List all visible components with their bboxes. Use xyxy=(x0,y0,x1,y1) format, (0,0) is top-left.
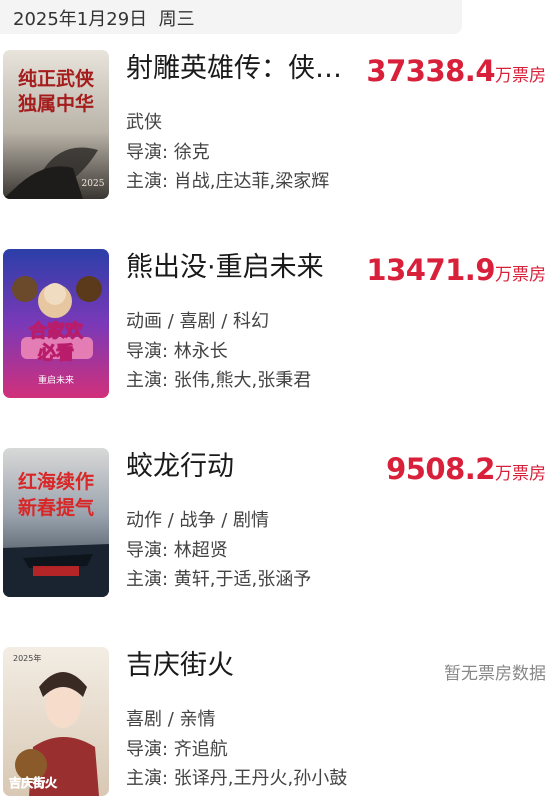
box-office-value: 13471.9 xyxy=(366,253,495,287)
no-box-office: 暂无票房数据 xyxy=(444,664,546,684)
box-office-unit: 万票房 xyxy=(495,464,546,484)
movie-genre: 武侠 xyxy=(126,112,162,133)
box-office: 37338.4万票房 xyxy=(366,54,546,93)
poster-text-1: 红海续作 xyxy=(18,470,94,493)
movie-card[interactable]: 2025年 吉庆街火 吉庆街火 暂无票房数据 喜剧 / 亲情 导演: 齐追航 主… xyxy=(0,647,550,807)
poster-text-3: 2025 xyxy=(82,179,105,189)
poster-text-2: 吉庆街火 xyxy=(9,775,58,790)
movie-cast: 主演: 肖战,庄达菲,梁家辉 xyxy=(126,171,330,192)
poster-text-3: 重启未来 xyxy=(38,374,74,386)
movie-poster[interactable]: 纯正武侠 独属中华 2025 xyxy=(3,50,109,199)
poster-text-2: 独属中华 xyxy=(18,92,94,115)
box-office-value: 9508.2 xyxy=(386,452,495,486)
movie-cast: 主演: 张伟,熊大,张秉君 xyxy=(126,370,312,391)
movie-director: 导演: 林永长 xyxy=(126,341,228,362)
movie-poster[interactable]: 合家欢 必看 重启未来 xyxy=(3,249,109,398)
movie-genre: 动作 / 战争 / 剧情 xyxy=(126,510,270,531)
movie-cast: 主演: 张译丹,王丹火,孙小鼓 xyxy=(126,768,348,789)
poster-text-1: 纯正武侠 xyxy=(18,67,95,90)
movie-title[interactable]: 蛟龙行动 xyxy=(126,449,356,485)
movie-title[interactable]: 吉庆街火 xyxy=(126,648,356,684)
box-office-value: 37338.4 xyxy=(366,54,495,88)
box-office: 13471.9万票房 xyxy=(366,253,546,292)
movie-director: 导演: 林超贤 xyxy=(126,540,228,561)
movie-poster[interactable]: 红海续作 新春提气 xyxy=(3,448,109,597)
date-text: 2025年1月29日 xyxy=(13,9,148,30)
poster-text-2: 必看 xyxy=(37,342,74,364)
movie-title[interactable]: 熊出没·重启未来 xyxy=(126,250,356,286)
weekday-text: 周三 xyxy=(158,9,195,30)
movie-card[interactable]: 红海续作 新春提气 蛟龙行动 9508.2万票房 动作 / 战争 / 剧情 导演… xyxy=(0,448,550,608)
movie-title[interactable]: 射雕英雄传：侠… xyxy=(126,51,356,87)
movie-genre: 喜剧 / 亲情 xyxy=(126,709,216,730)
box-office-unit: 万票房 xyxy=(495,265,546,285)
movie-poster[interactable]: 2025年 吉庆街火 xyxy=(3,647,109,796)
poster-text-1: 合家欢 xyxy=(29,320,84,342)
movie-genre: 动画 / 喜剧 / 科幻 xyxy=(126,311,270,332)
movie-card[interactable]: 合家欢 必看 重启未来 熊出没·重启未来 13471.9万票房 动画 / 喜剧 … xyxy=(0,249,550,409)
box-office: 9508.2万票房 xyxy=(386,452,546,491)
movie-cast: 主演: 黄轩,于适,张涵予 xyxy=(126,569,312,590)
box-office-unit: 万票房 xyxy=(495,66,546,86)
poster-text-1: 2025年 xyxy=(13,653,41,663)
movie-card[interactable]: 纯正武侠 独属中华 2025 射雕英雄传：侠… 37338.4万票房 武侠 导演… xyxy=(0,50,550,210)
poster-text-2: 新春提气 xyxy=(18,496,94,519)
movie-director: 导演: 齐追航 xyxy=(126,739,228,760)
movie-director: 导演: 徐克 xyxy=(126,142,210,163)
date-header: 2025年1月29日 周三 xyxy=(0,0,462,34)
